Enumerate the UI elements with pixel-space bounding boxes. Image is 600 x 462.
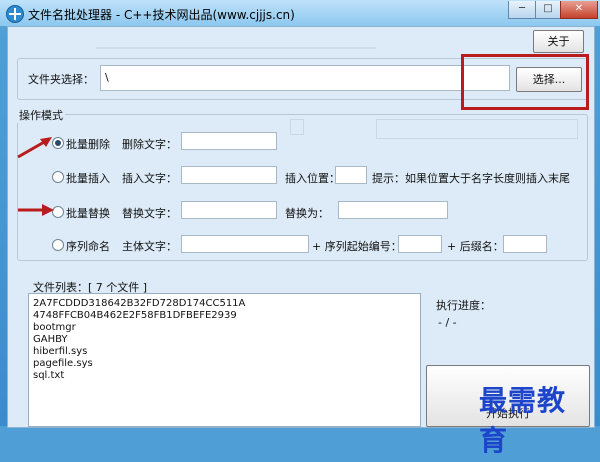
file-list-item[interactable]: bootmgr (33, 322, 416, 334)
file-list-item[interactable]: hiberfil.sys (33, 346, 416, 358)
folder-path-input[interactable]: \ (100, 65, 510, 91)
annotation-arrow-delete (17, 137, 52, 159)
sequence-start-input[interactable] (398, 235, 442, 253)
replace-mode-label: 批量替换 (66, 207, 110, 220)
delete-mode-label: 批量删除 (66, 138, 110, 151)
close-button[interactable]: ✕ (560, 1, 598, 19)
replace-with-input[interactable] (338, 201, 448, 219)
file-list-item[interactable]: 4748FFCB04B462E2F58FB1DFBEFE2939 (33, 310, 416, 322)
sequence-mode-radio[interactable] (52, 239, 64, 251)
sequence-main-input[interactable] (181, 235, 309, 253)
maximize-button[interactable]: □ (535, 1, 561, 19)
background-artifact (96, 47, 376, 49)
insert-text-label: 插入文字： (122, 172, 177, 185)
app-window: 文件名批处理器 - C++技术网出品(www.cjjjs.cn) ─ □ ✕ 关… (0, 0, 600, 457)
insert-position-input[interactable] (335, 166, 367, 184)
file-list-item[interactable]: sql.txt (33, 370, 416, 382)
replace-text-input[interactable] (181, 201, 277, 219)
sequence-main-label: 主体文字： (122, 240, 177, 253)
replace-text-label: 替换文字： (122, 207, 177, 220)
progress-label: 执行进度： (436, 299, 491, 312)
file-list[interactable]: 2A7FCDDD318642B32FD728D174CC511A 4748FFC… (28, 293, 421, 427)
delete-text-input[interactable] (181, 132, 277, 150)
about-button[interactable]: 关于 (533, 30, 584, 53)
file-list-item[interactable]: 2A7FCDDD318642B32FD728D174CC511A (33, 298, 416, 310)
delete-text-label: 删除文字： (122, 138, 177, 151)
title-bar[interactable]: 文件名批处理器 - C++技术网出品(www.cjjjs.cn) ─ □ ✕ (0, 0, 600, 26)
sequence-suffix-input[interactable] (503, 235, 547, 253)
watermark-text: 最需教育 (479, 384, 567, 457)
sequence-start-label: + 序列起始编号： (312, 240, 402, 253)
main-panel: 关于 文件夹选择： \ 选择... 操作模式 批量删除 删除文字： 批量插入 插… (7, 26, 595, 457)
mode-group-legend: 操作模式 (17, 107, 65, 123)
file-list-item[interactable]: GAHBY (33, 334, 416, 346)
app-icon (6, 5, 24, 23)
window-title: 文件名批处理器 - C++技术网出品(www.cjjjs.cn) (28, 8, 295, 22)
folder-label: 文件夹选择： (28, 73, 94, 86)
file-list-item[interactable]: pagefile.sys (33, 358, 416, 370)
replace-with-label: 替换为： (285, 207, 329, 220)
insert-text-input[interactable] (181, 166, 277, 184)
minimize-button[interactable]: ─ (508, 1, 536, 19)
sequence-suffix-label: + 后缀名： (447, 240, 504, 253)
insert-mode-label: 批量插入 (66, 172, 110, 185)
annotation-highlight-box (461, 54, 589, 110)
progress-value: - / - (438, 316, 457, 329)
insert-position-label: 插入位置： (285, 172, 340, 185)
insert-hint-text: 提示：如果位置大于名字长度则插入末尾 (372, 172, 570, 185)
annotation-arrow-replace (18, 204, 54, 216)
sequence-mode-label: 序列命名 (66, 240, 110, 253)
insert-mode-radio[interactable] (52, 171, 64, 183)
